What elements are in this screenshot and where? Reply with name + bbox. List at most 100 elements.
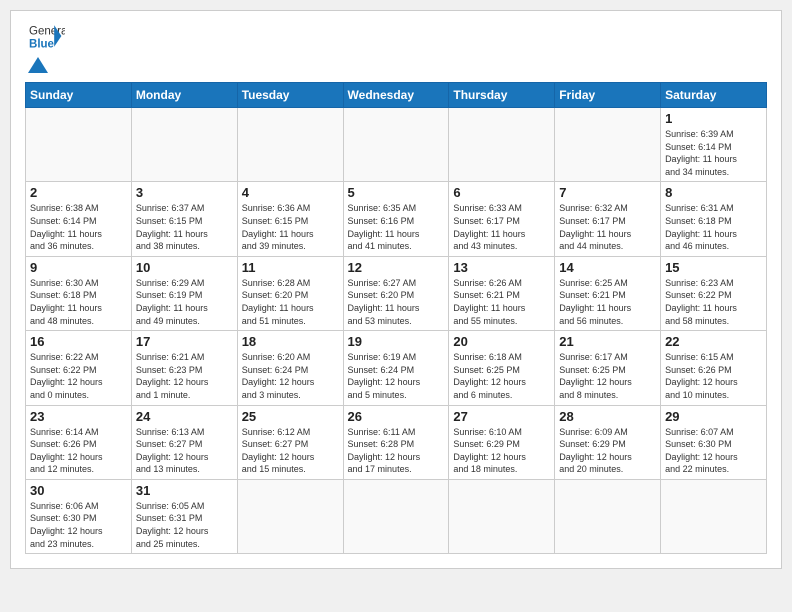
- day-info: Sunrise: 6:09 AM Sunset: 6:29 PM Dayligh…: [559, 426, 656, 476]
- calendar-cell: [26, 108, 132, 182]
- calendar-cell: 21Sunrise: 6:17 AM Sunset: 6:25 PM Dayli…: [555, 331, 661, 405]
- calendar-container: General Blue: [10, 10, 782, 569]
- calendar-cell: [555, 479, 661, 553]
- day-number: 10: [136, 260, 233, 275]
- day-info: Sunrise: 6:35 AM Sunset: 6:16 PM Dayligh…: [348, 202, 445, 252]
- day-number: 1: [665, 111, 762, 126]
- calendar-cell: 23 Sunrise: 6:14 AM Sunset: 6:26 PM Dayli…: [26, 405, 132, 479]
- day-info: Sunrise: 6:11 AM Sunset: 6:28 PM Dayligh…: [348, 426, 445, 476]
- day-number: 18: [242, 334, 339, 349]
- day-info: Sunrise: 6:12 AM Sunset: 6:27 PM Dayligh…: [242, 426, 339, 476]
- calendar-cell: 10 Sunrise: 6:29 AM Sunset: 6:19 PM Dayli…: [131, 256, 237, 330]
- day-info: Sunrise: 6:15 AM Sunset: 6:26 PM Dayligh…: [665, 351, 762, 401]
- day-number: 20: [453, 334, 550, 349]
- calendar-cell: 12 Sunrise: 6:27 AM Sunset: 6:20 PM Dayli…: [343, 256, 449, 330]
- day-info: Sunrise: 6:36 AM Sunset: 6:15 PM Dayligh…: [242, 202, 339, 252]
- calendar-cell: [237, 479, 343, 553]
- day-number: 8: [665, 185, 762, 200]
- day-info: Sunrise: 6:39 AM Sunset: 6:14 PM Dayligh…: [665, 128, 762, 178]
- day-number: 25: [242, 409, 339, 424]
- header-wednesday: Wednesday: [343, 83, 449, 108]
- day-number: 31: [136, 483, 233, 498]
- calendar-cell: 4 Sunrise: 6:36 AM Sunset: 6:15 PM Daylig…: [237, 182, 343, 256]
- calendar-table: Sunday Monday Tuesday Wednesday Thursday…: [25, 82, 767, 554]
- day-info: Sunrise: 6:37 AM Sunset: 6:15 PM Dayligh…: [136, 202, 233, 252]
- day-number: 2: [30, 185, 127, 200]
- day-number: 14: [559, 260, 656, 275]
- day-number: 19: [348, 334, 445, 349]
- calendar-cell: 29 Sunrise: 6:07 AM Sunset: 6:30 PM Dayli…: [661, 405, 767, 479]
- day-number: 27: [453, 409, 550, 424]
- weekday-header-row: Sunday Monday Tuesday Wednesday Thursday…: [26, 83, 767, 108]
- day-number: 6: [453, 185, 550, 200]
- logo-area: General Blue: [25, 21, 65, 74]
- calendar-cell: [555, 108, 661, 182]
- day-info: Sunrise: 6:33 AM Sunset: 6:17 PM Dayligh…: [453, 202, 550, 252]
- day-number: 17: [136, 334, 233, 349]
- day-info: Sunrise: 6:20 AM Sunset: 6:24 PM Dayligh…: [242, 351, 339, 401]
- header-section: General Blue: [25, 21, 767, 74]
- header-monday: Monday: [131, 83, 237, 108]
- calendar-cell: [449, 108, 555, 182]
- calendar-cell: 2 Sunrise: 6:38 AM Sunset: 6:14 PM Daylig…: [26, 182, 132, 256]
- day-number: 23: [30, 409, 127, 424]
- day-info: Sunrise: 6:14 AM Sunset: 6:26 PM Dayligh…: [30, 426, 127, 476]
- calendar-cell: 17 Sunrise: 6:21 AM Sunset: 6:23 PM Dayli…: [131, 331, 237, 405]
- calendar-cell: [237, 108, 343, 182]
- calendar-cell: 20 Sunrise: 6:18 AM Sunset: 6:25 PM Dayli…: [449, 331, 555, 405]
- calendar-cell: 13Sunrise: 6:26 AM Sunset: 6:21 PM Dayli…: [449, 256, 555, 330]
- day-number: 16: [30, 334, 127, 349]
- calendar-cell: [131, 108, 237, 182]
- calendar-cell: 31Sunrise: 6:05 AM Sunset: 6:31 PM Dayli…: [131, 479, 237, 553]
- day-number: 5: [348, 185, 445, 200]
- day-number: 24: [136, 409, 233, 424]
- day-number: 4: [242, 185, 339, 200]
- calendar-cell: 11 Sunrise: 6:28 AM Sunset: 6:20 PM Dayli…: [237, 256, 343, 330]
- header-friday: Friday: [555, 83, 661, 108]
- day-info: Sunrise: 6:28 AM Sunset: 6:20 PM Dayligh…: [242, 277, 339, 327]
- header-thursday: Thursday: [449, 83, 555, 108]
- day-number: 22: [665, 334, 762, 349]
- logo: General Blue: [25, 21, 65, 74]
- day-info: Sunrise: 6:32 AM Sunset: 6:17 PM Dayligh…: [559, 202, 656, 252]
- calendar-cell: 16 Sunrise: 6:22 AM Sunset: 6:22 PM Dayli…: [26, 331, 132, 405]
- svg-text:Blue: Blue: [29, 39, 55, 51]
- day-info: Sunrise: 6:23 AM Sunset: 6:22 PM Dayligh…: [665, 277, 762, 327]
- day-info: Sunrise: 6:07 AM Sunset: 6:30 PM Dayligh…: [665, 426, 762, 476]
- header-saturday: Saturday: [661, 83, 767, 108]
- day-info: Sunrise: 6:17 AM Sunset: 6:25 PM Dayligh…: [559, 351, 656, 401]
- day-info: Sunrise: 6:22 AM Sunset: 6:22 PM Dayligh…: [30, 351, 127, 401]
- day-number: 13: [453, 260, 550, 275]
- calendar-cell: 19Sunrise: 6:19 AM Sunset: 6:24 PM Dayli…: [343, 331, 449, 405]
- calendar-cell: 7 Sunrise: 6:32 AM Sunset: 6:17 PM Daylig…: [555, 182, 661, 256]
- day-number: 12: [348, 260, 445, 275]
- calendar-cell: 28 Sunrise: 6:09 AM Sunset: 6:29 PM Dayli…: [555, 405, 661, 479]
- day-info: Sunrise: 6:18 AM Sunset: 6:25 PM Dayligh…: [453, 351, 550, 401]
- day-info: Sunrise: 6:31 AM Sunset: 6:18 PM Dayligh…: [665, 202, 762, 252]
- day-info: Sunrise: 6:13 AM Sunset: 6:27 PM Dayligh…: [136, 426, 233, 476]
- day-info: Sunrise: 6:30 AM Sunset: 6:18 PM Dayligh…: [30, 277, 127, 327]
- calendar-cell: 18 Sunrise: 6:20 AM Sunset: 6:24 PM Dayli…: [237, 331, 343, 405]
- day-info: Sunrise: 6:21 AM Sunset: 6:23 PM Dayligh…: [136, 351, 233, 401]
- calendar-cell: [343, 479, 449, 553]
- day-number: 3: [136, 185, 233, 200]
- day-number: 28: [559, 409, 656, 424]
- calendar-cell: 5 Sunrise: 6:35 AM Sunset: 6:16 PM Daylig…: [343, 182, 449, 256]
- day-info: Sunrise: 6:06 AM Sunset: 6:30 PM Dayligh…: [30, 500, 127, 550]
- calendar-cell: 25 Sunrise: 6:12 AM Sunset: 6:27 PM Dayli…: [237, 405, 343, 479]
- day-info: Sunrise: 6:38 AM Sunset: 6:14 PM Dayligh…: [30, 202, 127, 252]
- day-info: Sunrise: 6:29 AM Sunset: 6:19 PM Dayligh…: [136, 277, 233, 327]
- calendar-cell: 27Sunrise: 6:10 AM Sunset: 6:29 PM Dayli…: [449, 405, 555, 479]
- calendar-cell: 15Sunrise: 6:23 AM Sunset: 6:22 PM Dayli…: [661, 256, 767, 330]
- calendar-cell: 9Sunrise: 6:30 AM Sunset: 6:18 PM Daylig…: [26, 256, 132, 330]
- header-sunday: Sunday: [26, 83, 132, 108]
- day-info: Sunrise: 6:27 AM Sunset: 6:20 PM Dayligh…: [348, 277, 445, 327]
- calendar-cell: 24 Sunrise: 6:13 AM Sunset: 6:27 PM Dayli…: [131, 405, 237, 479]
- day-info: Sunrise: 6:25 AM Sunset: 6:21 PM Dayligh…: [559, 277, 656, 327]
- day-number: 29: [665, 409, 762, 424]
- calendar-cell: 6 Sunrise: 6:33 AM Sunset: 6:17 PM Daylig…: [449, 182, 555, 256]
- calendar-cell: 8 Sunrise: 6:31 AM Sunset: 6:18 PM Daylig…: [661, 182, 767, 256]
- day-number: 7: [559, 185, 656, 200]
- day-number: 26: [348, 409, 445, 424]
- day-number: 11: [242, 260, 339, 275]
